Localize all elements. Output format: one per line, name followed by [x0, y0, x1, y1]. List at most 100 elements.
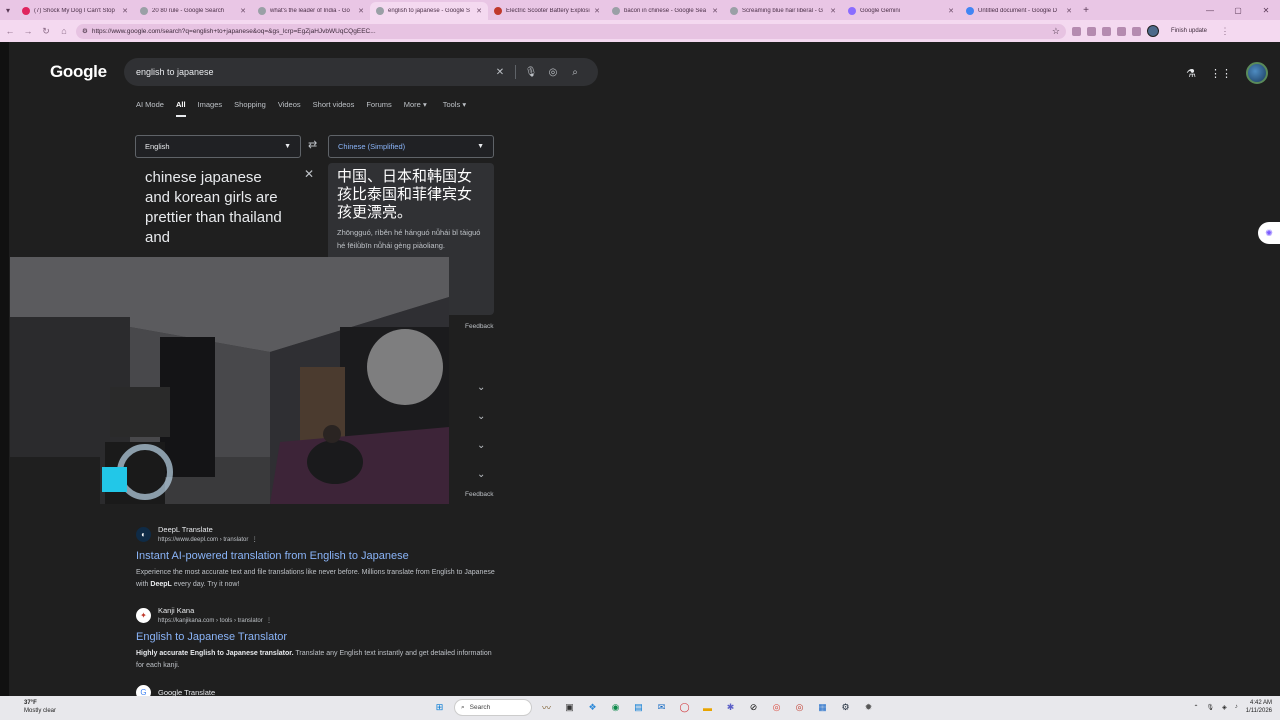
browser-tab[interactable]: Screaming blue hair liberal - G ✕ [724, 2, 842, 20]
menu-kebab-icon[interactable]: ⋮ [1219, 26, 1231, 37]
result-url: https://www.deepl.com › translator ⋮ [158, 537, 258, 543]
steam-icon[interactable]: ⚙ [837, 699, 854, 716]
taskbar-search[interactable]: ⌕ Search [454, 699, 532, 716]
search-input[interactable]: english to japanese [136, 67, 489, 77]
translated-text: 中国、日本和韩国女孩比泰国和菲律宾女孩更漂亮。 [337, 168, 473, 221]
weather-widget[interactable]: 37°F Mostly clear [24, 699, 56, 715]
edge-icon[interactable]: ◉ [607, 699, 624, 716]
search-box[interactable]: english to japanese ✕ 🎙 ◎ ⌕ [124, 58, 598, 86]
site-info-icon[interactable]: ⚙ [82, 27, 88, 35]
clear-text-icon[interactable]: ✕ [304, 167, 314, 181]
microphone-icon[interactable]: 🎙 [1207, 704, 1215, 711]
new-tab-button[interactable]: + [1078, 5, 1094, 16]
deepl-favicon-icon: ◐ [136, 526, 151, 542]
chrome-profile-icon[interactable]: ◎ [791, 699, 808, 716]
widget-icon[interactable]: 〰 [538, 699, 555, 716]
chevron-down-icon[interactable]: ⌄ [477, 469, 485, 480]
address-bar[interactable]: ⚙ https://www.google.com/search?q=englis… [76, 23, 1066, 39]
close-tab-icon[interactable]: ✕ [476, 7, 482, 15]
webcam-overlay [10, 257, 449, 504]
tab-search-icon[interactable]: ▾ [0, 0, 16, 20]
tab-title: (7) Shock My Dog I Can't Stop [34, 8, 115, 14]
translate-feedback-link[interactable]: Feedback [465, 323, 494, 330]
browser-tab[interactable]: what's the leader of India - Go ✕ [252, 2, 370, 20]
browser-tab[interactable]: Untitled document - Google D ✕ [960, 2, 1078, 20]
back-icon[interactable]: ← [4, 26, 16, 36]
reload-icon[interactable]: ↻ [40, 26, 52, 37]
bookmark-star-icon[interactable]: ☆ [1052, 26, 1060, 37]
close-window-icon[interactable]: ✕ [1252, 0, 1280, 20]
close-tab-icon[interactable]: ✕ [948, 7, 954, 15]
chevron-down-icon[interactable]: ⌄ [477, 440, 485, 451]
chevron-down-icon[interactable]: ⌄ [477, 382, 485, 393]
volume-icon[interactable]: ♪ [1235, 704, 1238, 710]
teams-icon[interactable]: ✱ [722, 699, 739, 716]
close-tab-icon[interactable]: ✕ [594, 7, 600, 15]
browser-tab[interactable]: Google Gemini ✕ [842, 2, 960, 20]
finish-update-button[interactable]: Finish update [1165, 26, 1213, 36]
start-icon[interactable]: ⊞ [431, 699, 448, 716]
assistant-side-icon[interactable]: ✺ [1258, 222, 1280, 244]
browser-tab[interactable]: (7) Shock My Dog I Can't Stop ✕ [16, 2, 134, 20]
search-icon[interactable]: ⌕ [564, 67, 586, 78]
voice-search-icon[interactable]: 🎙 [520, 67, 542, 78]
labs-icon[interactable]: ⚗ [1186, 67, 1196, 80]
profile-avatar[interactable] [1147, 25, 1159, 37]
task-view-icon[interactable]: ▣ [561, 699, 578, 716]
close-tab-icon[interactable]: ✕ [830, 7, 836, 15]
copilot-icon[interactable]: ❖ [584, 699, 601, 716]
extension-icon[interactable] [1117, 26, 1126, 36]
chevron-down-icon[interactable]: ⌄ [477, 411, 485, 422]
tab-all[interactable]: All [175, 100, 186, 117]
browser-tab[interactable]: bacon in chinese - Google Sea ✕ [606, 2, 724, 20]
tab-shopping[interactable]: Shopping [234, 100, 266, 117]
google-logo[interactable]: Google [50, 62, 107, 82]
browser-tab[interactable]: 20 80 rule - Google Search ✕ [134, 2, 252, 20]
settings-icon[interactable]: ✹ [860, 699, 877, 716]
network-icon[interactable]: ◈ [1222, 704, 1227, 711]
lens-icon[interactable]: ◎ [542, 67, 564, 78]
apps-grid-icon[interactable]: ⋮⋮ [1210, 67, 1232, 80]
file-explorer-icon[interactable]: ▬ [699, 699, 716, 716]
tray-overflow-icon[interactable]: ⌃ [1193, 704, 1198, 711]
tab-short-videos[interactable]: Short videos [313, 100, 355, 117]
tools-button[interactable]: Tools ▾ [443, 100, 466, 117]
swap-languages-icon[interactable]: ⇄ [308, 138, 317, 151]
office-icon[interactable]: ◯ [676, 699, 693, 716]
tab-videos[interactable]: Videos [278, 100, 301, 117]
account-avatar[interactable] [1246, 62, 1268, 84]
close-tab-icon[interactable]: ✕ [240, 7, 246, 15]
source-language-select[interactable]: English ▼ [135, 135, 301, 158]
target-language-select[interactable]: Chinese (Simplified) ▼ [328, 135, 494, 158]
maximize-icon[interactable]: ▢ [1224, 0, 1252, 20]
source-text-area[interactable]: chinese japanese and korean girls are pr… [136, 163, 318, 263]
browser-tab[interactable]: english to japanese - Google S ✕ [370, 2, 488, 20]
close-tab-icon[interactable]: ✕ [358, 7, 364, 15]
store-icon[interactable]: ▤ [630, 699, 647, 716]
tab-ai-mode[interactable]: AI Mode [136, 100, 164, 117]
chrome-icon[interactable]: ◎ [768, 699, 785, 716]
extension-icon[interactable] [1087, 26, 1096, 36]
app-icon[interactable]: ⊘ [745, 699, 762, 716]
extension-icon[interactable] [1072, 26, 1081, 36]
home-icon[interactable]: ⌂ [58, 26, 70, 36]
close-tab-icon[interactable]: ✕ [712, 7, 718, 15]
app-icon[interactable]: ▦ [814, 699, 831, 716]
browser-tab[interactable]: Electric Scooter Battery Explosi ✕ [488, 2, 606, 20]
clear-search-icon[interactable]: ✕ [489, 67, 511, 78]
outlook-icon[interactable]: ✉ [653, 699, 670, 716]
extension-icon[interactable] [1132, 26, 1141, 36]
tab-images[interactable]: Images [198, 100, 223, 117]
tab-forums[interactable]: Forums [366, 100, 391, 117]
close-tab-icon[interactable]: ✕ [1066, 7, 1072, 15]
result-title-link[interactable]: Instant AI-powered translation from Engl… [136, 550, 496, 562]
close-tab-icon[interactable]: ✕ [122, 7, 128, 15]
tab-more[interactable]: More ▾ [404, 100, 427, 117]
source-text[interactable]: chinese japanese and korean girls are pr… [145, 168, 285, 248]
extension-icon[interactable] [1102, 26, 1111, 36]
minimize-icon[interactable]: — [1196, 0, 1224, 20]
paa-feedback-link[interactable]: Feedback [465, 491, 494, 498]
forward-icon[interactable]: → [22, 26, 34, 36]
result-title-link[interactable]: English to Japanese Translator [136, 631, 496, 643]
clock[interactable]: 4:42 AM 1/11/2026 [1246, 699, 1272, 715]
